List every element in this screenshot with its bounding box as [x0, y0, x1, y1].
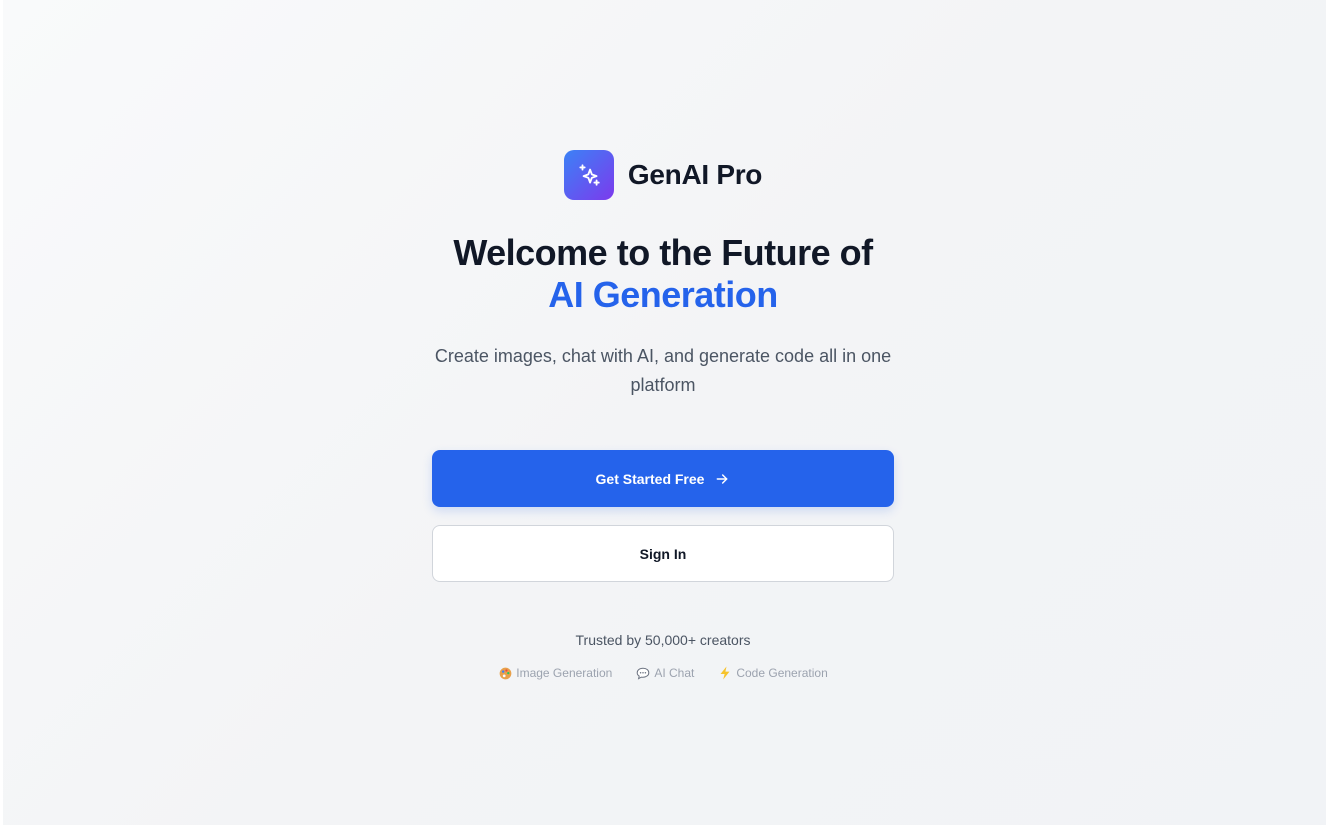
brand-header: GenAI Pro	[432, 150, 894, 200]
trusted-text: Trusted by 50,000+ creators	[575, 632, 751, 648]
feature-ai-chat: AI Chat	[636, 666, 694, 680]
headline-text: Welcome to the Future of	[453, 232, 873, 273]
subtitle: Create images, chat with AI, and generat…	[434, 346, 892, 395]
feature-code-generation: Code Generation	[718, 666, 828, 680]
sign-in-button[interactable]: Sign In	[432, 525, 894, 582]
get-started-button[interactable]: Get Started Free	[432, 450, 894, 507]
lightning-icon	[718, 666, 732, 680]
sparkles-icon	[563, 150, 614, 200]
feature-label: Code Generation	[736, 666, 828, 680]
feature-image-generation: Image Generation	[498, 666, 612, 680]
palette-icon	[498, 666, 512, 680]
feature-list: Image Generation AI Chat Code Generation	[432, 666, 894, 680]
headline-accent: AI Generation	[548, 274, 778, 315]
feature-label: AI Chat	[654, 666, 695, 680]
get-started-label: Get Started Free	[595, 470, 705, 487]
page-title: Welcome to the Future of AI Generation	[432, 232, 894, 316]
speech-bubble-icon	[636, 666, 650, 680]
brand-name: GenAI Pro	[627, 159, 763, 190]
window-edge	[0, 0, 3, 825]
sign-in-label: Sign In	[639, 545, 687, 562]
feature-label: Image Generation	[516, 666, 613, 680]
arrow-right-icon	[714, 471, 730, 487]
landing-card: GenAI Pro Welcome to the Future of AI Ge…	[432, 150, 894, 680]
